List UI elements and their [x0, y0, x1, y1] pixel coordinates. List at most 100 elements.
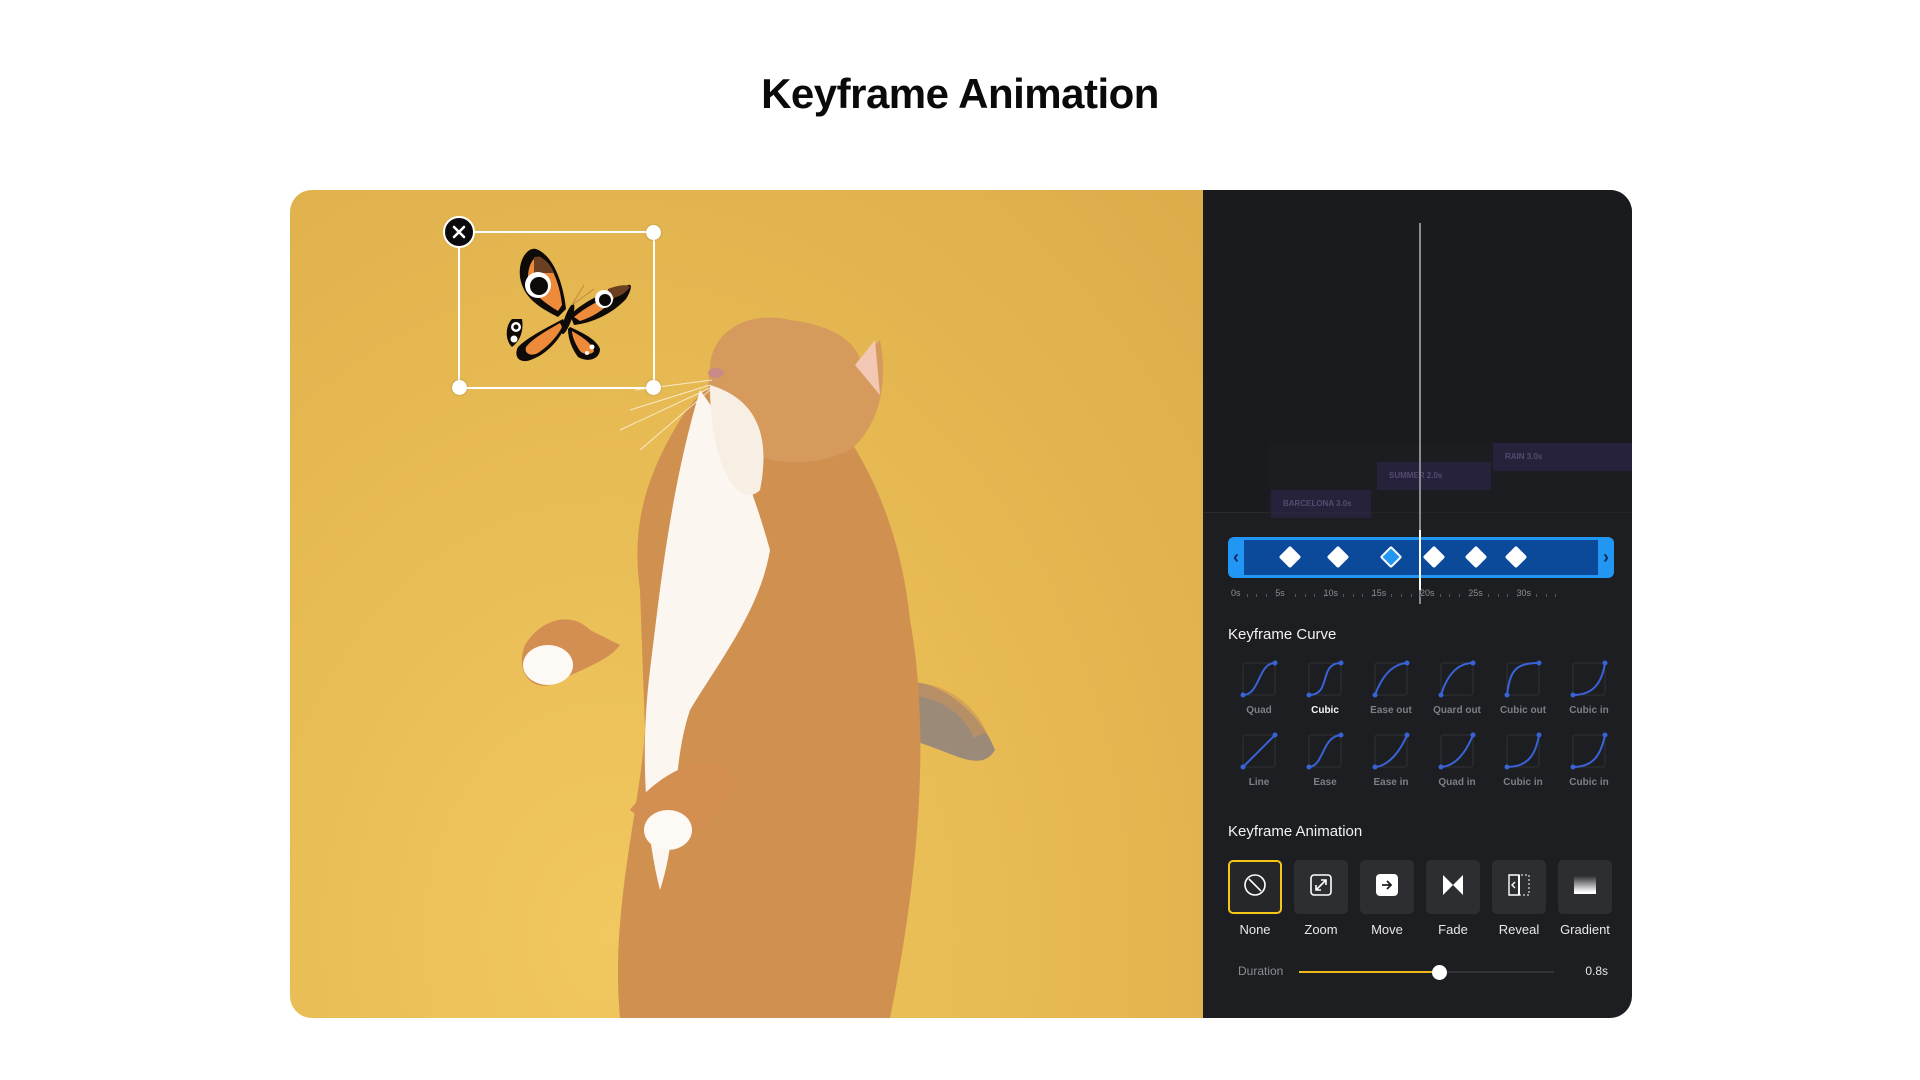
timeline-next-button[interactable]: ›: [1598, 537, 1614, 578]
ruler-tick: [1536, 594, 1538, 597]
curve-label: Ease: [1313, 777, 1337, 788]
resize-handle-top-right[interactable]: [646, 225, 661, 240]
curve-label: Cubic in: [1569, 777, 1609, 788]
keyframe-timeline[interactable]: ‹ ›: [1228, 537, 1614, 578]
duration-label: Duration: [1238, 964, 1284, 978]
animation-option-move[interactable]: Move: [1360, 860, 1414, 937]
animation-label: Move: [1371, 922, 1403, 937]
keyframe-marker[interactable]: [1505, 545, 1528, 569]
track-preview: BARCELONA 3.0s SUMMER 2.0s RAIN 3.0s: [1203, 190, 1632, 518]
curve-option[interactable]: Line: [1226, 730, 1292, 788]
ruler-tick: [1362, 594, 1364, 597]
curve-label: Cubic: [1311, 705, 1339, 716]
curve-option[interactable]: Ease in: [1358, 730, 1424, 788]
curve-option[interactable]: Quad in: [1424, 730, 1490, 788]
ruler-tick: [1323, 594, 1325, 597]
curve-option[interactable]: Ease out: [1358, 658, 1424, 716]
timeline-prev-button[interactable]: ‹: [1228, 537, 1244, 578]
animation-option-zoom[interactable]: Zoom: [1294, 860, 1348, 937]
animation-option-fade[interactable]: Fade: [1426, 860, 1480, 937]
gradient-icon: [1572, 872, 1598, 903]
ruler-label: 30s: [1516, 588, 1532, 598]
duration-slider[interactable]: [1299, 965, 1554, 980]
ghost-track: RAIN 3.0s: [1493, 443, 1632, 471]
animation-button[interactable]: [1360, 860, 1414, 914]
animation-option-none[interactable]: None: [1228, 860, 1282, 937]
curve-icon: [1570, 732, 1608, 770]
editor: BARCELONA 3.0s SUMMER 2.0s RAIN 3.0s ‹ ›…: [290, 190, 1632, 1018]
curve-option[interactable]: Quad: [1226, 658, 1292, 716]
ruler-tick: [1343, 594, 1345, 597]
ruler-tick: [1372, 594, 1374, 597]
curve-option[interactable]: Cubic in: [1556, 658, 1622, 716]
animation-option-gradient[interactable]: Gradient: [1558, 860, 1612, 937]
time-ruler: 0s 5s 10s 15s 20s 25s 30s: [1231, 588, 1631, 602]
curve-icon: [1504, 732, 1542, 770]
keyframe-marker[interactable]: [1278, 545, 1301, 569]
zoom-icon: [1308, 872, 1334, 903]
ruler-tick: [1487, 594, 1489, 597]
curve-icon: [1438, 660, 1476, 698]
ruler-label: 15s: [1371, 588, 1387, 598]
curve-option[interactable]: Cubic in: [1490, 730, 1556, 788]
ruler-tick: [1401, 594, 1403, 597]
resize-handle-bottom-left[interactable]: [452, 380, 467, 395]
animation-button[interactable]: [1228, 860, 1282, 914]
keyframe-marker[interactable]: [1423, 545, 1446, 569]
chevron-left-icon: ‹: [1233, 547, 1239, 567]
ruler-tick: [1275, 594, 1277, 597]
ghost-track: SUMMER 2.0s: [1377, 462, 1491, 490]
animation-button[interactable]: [1492, 860, 1546, 914]
playhead-scrubber[interactable]: [1419, 530, 1421, 590]
curve-icon: [1372, 732, 1410, 770]
ruler-label: 5s: [1275, 588, 1285, 598]
ruler-tick: [1256, 594, 1258, 597]
curve-label: Quad in: [1438, 777, 1476, 788]
animation-button[interactable]: [1558, 860, 1612, 914]
animation-label: Gradient: [1560, 922, 1610, 937]
curve-option[interactable]: Cubic in: [1556, 730, 1622, 788]
sticker-selection[interactable]: [443, 216, 661, 395]
animation-label: Zoom: [1304, 922, 1338, 937]
animation-button[interactable]: [1294, 860, 1348, 914]
curve-option[interactable]: Cubic out: [1490, 658, 1556, 716]
curve-label: Cubic in: [1569, 705, 1609, 716]
ruler-tick: [1352, 594, 1354, 597]
photo-canvas[interactable]: [290, 190, 1203, 1018]
curve-section-title: Keyframe Curve: [1228, 626, 1337, 643]
resize-handle-bottom-right[interactable]: [646, 380, 661, 395]
cat-photo: [521, 317, 995, 1018]
butterfly-sticker[interactable]: [488, 247, 638, 372]
ruler-tick: [1545, 594, 1547, 597]
ruler-tick: [1468, 594, 1470, 597]
duration-control: Duration 0.8s: [1238, 962, 1608, 982]
ruler-tick: [1314, 594, 1316, 597]
keyframe-marker[interactable]: [1326, 545, 1350, 569]
ruler-label: 0s: [1231, 588, 1241, 598]
animation-options: None Zoom Move Fade Reveal Gradient: [1228, 860, 1612, 937]
curve-icon: [1570, 660, 1608, 698]
keyframe-panel: BARCELONA 3.0s SUMMER 2.0s RAIN 3.0s ‹ ›…: [1203, 190, 1632, 1018]
keyframe-marker[interactable]: [1379, 545, 1403, 569]
timeline-track[interactable]: [1244, 540, 1598, 575]
ruler-tick: [1439, 594, 1441, 597]
animation-option-reveal[interactable]: Reveal: [1492, 860, 1546, 937]
ruler-tick: [1391, 594, 1393, 597]
keyframe-marker[interactable]: [1464, 545, 1488, 569]
curve-label: Ease out: [1370, 705, 1412, 716]
none-icon: [1242, 872, 1268, 903]
ruler-tick: [1265, 594, 1267, 597]
ruler-tick: [1449, 594, 1451, 597]
ruler-label: 20s: [1420, 588, 1435, 598]
curve-option[interactable]: Ease: [1292, 730, 1358, 788]
animation-button[interactable]: [1426, 860, 1480, 914]
ruler-tick: [1246, 594, 1248, 597]
duration-slider-thumb[interactable]: [1432, 965, 1448, 980]
curve-option[interactable]: Cubic: [1292, 658, 1358, 716]
ruler-tick: [1410, 594, 1412, 597]
ruler-tick: [1458, 594, 1460, 597]
animation-section-title: Keyframe Animation: [1228, 823, 1363, 840]
curve-option[interactable]: Quard out: [1424, 658, 1490, 716]
curve-icon: [1306, 732, 1344, 770]
delete-sticker-button[interactable]: [443, 216, 475, 248]
